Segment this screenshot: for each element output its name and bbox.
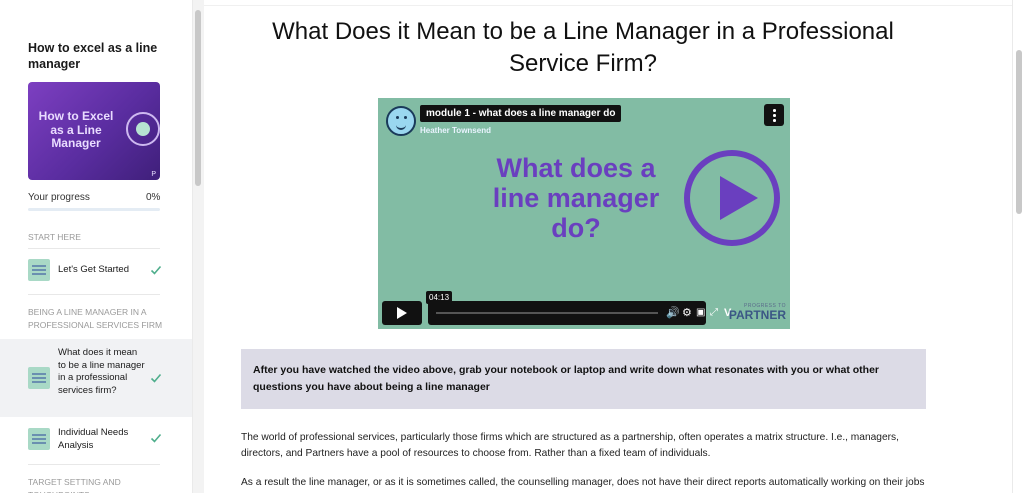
progress-label: Your progress xyxy=(28,192,90,203)
body-paragraph: The world of professional services, part… xyxy=(241,432,899,459)
video-author[interactable]: Heather Townsend xyxy=(420,126,491,135)
picture-in-picture-icon[interactable]: ▣ xyxy=(696,306,705,320)
progress-percent: 0% xyxy=(146,192,161,203)
page-title: What Does it Mean to be a Line Manager i… xyxy=(272,18,894,77)
callout-box: After you have watched the video above, … xyxy=(241,349,926,409)
section-divider xyxy=(28,294,160,295)
page-scrollbar[interactable] xyxy=(1012,0,1024,493)
lesson-label: What does it mean to be a line manager i… xyxy=(58,347,145,396)
section-divider xyxy=(28,464,160,465)
author-avatar[interactable] xyxy=(386,106,416,136)
checkmark-icon xyxy=(150,433,162,443)
course-sidebar: How to excel as a line manager How to Ex… xyxy=(0,0,192,493)
progress-bar xyxy=(28,208,160,211)
video-controls: 🔊 ⚙ ▣ ⤢ V PROGRESS TO PARTNER xyxy=(382,301,786,325)
video-title[interactable]: module 1 - what does a line manager do xyxy=(420,105,622,122)
video-poster-text: What does a line manager do? xyxy=(492,153,660,243)
section-divider xyxy=(28,248,160,249)
settings-gear-icon[interactable]: ⚙ xyxy=(682,306,692,320)
body-paragraph: As a result the line manager, or as it i… xyxy=(241,477,925,493)
lesson-individual-needs-analysis[interactable]: Individual Needs Analysis xyxy=(0,422,192,456)
play-overlay-icon[interactable] xyxy=(684,150,780,246)
page-scroll-thumb[interactable] xyxy=(1016,50,1022,214)
sidebar-scroll-thumb[interactable] xyxy=(195,10,201,186)
lesson-label: Individual Needs Analysis xyxy=(58,427,129,451)
video-player[interactable]: module 1 - what does a line manager do H… xyxy=(378,98,790,329)
lesson-lets-get-started[interactable]: Let's Get Started xyxy=(0,256,192,284)
thumbnail-text: How to Excel as a Line Manager xyxy=(38,109,114,150)
lesson-thumbnail xyxy=(28,367,50,389)
brand-mark-icon: P xyxy=(151,171,156,178)
section-heading-start-here: START HERE xyxy=(28,232,81,242)
lesson-thumbnail xyxy=(28,428,50,450)
person-emblem-icon xyxy=(126,112,160,146)
section-heading-target-setting: TARGET SETTING AND TOUCHPOINTS xyxy=(28,477,121,493)
play-button[interactable] xyxy=(382,301,422,325)
volume-icon[interactable]: 🔊 xyxy=(666,306,680,320)
more-options-icon[interactable] xyxy=(764,104,784,126)
section-heading-line-manager: BEING A LINE MANAGER IN A PROFESSIONAL S… xyxy=(28,307,163,330)
top-border xyxy=(204,0,1012,6)
course-thumbnail: How to Excel as a Line Manager P xyxy=(28,82,160,180)
brand-logo: PROGRESS TO PARTNER xyxy=(714,303,786,322)
lesson-label: Let's Get Started xyxy=(58,264,129,275)
sidebar-scrollbar[interactable] xyxy=(192,0,204,493)
brand-large-text: PARTNER xyxy=(728,308,786,322)
checkmark-icon xyxy=(150,265,162,275)
lesson-thumbnail xyxy=(28,259,50,281)
course-title: How to excel as a line manager xyxy=(28,41,158,71)
video-control-bar[interactable]: 🔊 ⚙ ▣ ⤢ V xyxy=(428,301,731,325)
lesson-what-does-it-mean[interactable]: What does it mean to be a line manager i… xyxy=(0,339,192,417)
checkmark-icon xyxy=(150,373,162,383)
